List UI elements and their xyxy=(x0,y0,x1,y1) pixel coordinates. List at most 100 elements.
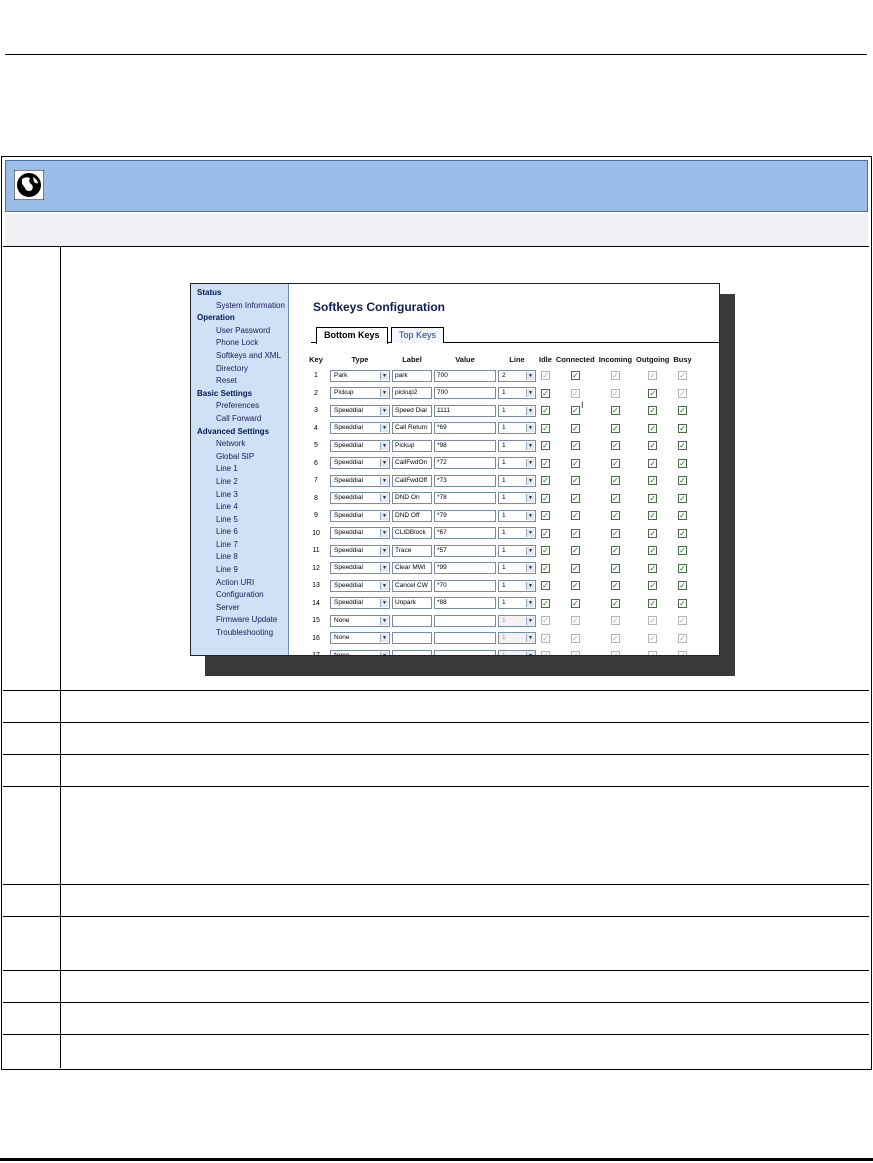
outgoing-checkbox[interactable]: ✓ xyxy=(648,476,658,486)
type-select[interactable]: None ▼ xyxy=(330,614,390,627)
outgoing-checkbox[interactable]: ✓ xyxy=(648,598,658,608)
line-select[interactable]: 1 ▼ xyxy=(498,404,536,417)
connected-checkbox[interactable]: ✓ xyxy=(570,371,580,381)
nav-link[interactable]: Network xyxy=(191,438,288,451)
value-input[interactable]: *57 xyxy=(434,544,496,557)
value-input[interactable]: *70 xyxy=(434,579,496,592)
incoming-checkbox[interactable]: ✓ xyxy=(610,616,620,626)
busy-checkbox[interactable]: ✓ xyxy=(678,371,688,381)
incoming-checkbox[interactable]: ✓ xyxy=(610,598,620,608)
nav-link[interactable]: Call Forward xyxy=(191,413,288,426)
nav-link[interactable]: Firmware Update xyxy=(191,614,288,627)
outgoing-checkbox[interactable]: ✓ xyxy=(648,441,658,451)
idle-checkbox[interactable]: ✓ xyxy=(540,423,550,433)
nav-link[interactable]: Line 3 xyxy=(191,489,288,502)
busy-checkbox[interactable]: ✓ xyxy=(678,458,688,468)
type-select[interactable]: Speeddial ▼ xyxy=(330,439,390,452)
connected-checkbox[interactable]: ✓ xyxy=(570,598,580,608)
nav-link[interactable]: Phone Lock xyxy=(191,337,288,350)
line-select[interactable]: 1 ▼ xyxy=(498,387,536,400)
label-input[interactable]: Speed Dial xyxy=(392,404,432,417)
label-input[interactable]: pickup2 xyxy=(392,387,432,400)
outgoing-checkbox[interactable]: ✓ xyxy=(648,651,658,655)
value-input[interactable]: *73 xyxy=(434,474,496,487)
busy-checkbox[interactable]: ✓ xyxy=(678,598,688,608)
connected-checkbox[interactable]: ✓ xyxy=(570,511,580,521)
label-input[interactable]: CallFwdOff xyxy=(392,474,432,487)
incoming-checkbox[interactable]: ✓ xyxy=(610,546,620,556)
label-input[interactable]: Trace xyxy=(392,544,432,557)
idle-checkbox[interactable]: ✓ xyxy=(540,598,550,608)
incoming-checkbox[interactable]: ✓ xyxy=(610,633,620,643)
label-input[interactable] xyxy=(392,614,432,627)
incoming-checkbox[interactable]: ✓ xyxy=(610,563,620,573)
idle-checkbox[interactable]: ✓ xyxy=(540,581,550,591)
connected-checkbox[interactable]: ✓ xyxy=(570,458,580,468)
incoming-checkbox[interactable]: ✓ xyxy=(610,651,620,655)
outgoing-checkbox[interactable]: ✓ xyxy=(648,511,658,521)
tab-top-keys[interactable]: Top Keys xyxy=(391,327,445,343)
tab-bottom-keys[interactable]: Bottom Keys xyxy=(316,327,388,344)
idle-checkbox[interactable]: ✓ xyxy=(540,651,550,655)
nav-link[interactable]: Softkeys and XML xyxy=(191,350,288,363)
idle-checkbox[interactable]: ✓ xyxy=(540,528,550,538)
type-select[interactable]: Speeddial ▼ xyxy=(330,404,390,417)
idle-checkbox[interactable]: ✓ xyxy=(540,476,550,486)
incoming-checkbox[interactable]: ✓ xyxy=(610,423,620,433)
line-select[interactable]: 1 ▼ xyxy=(498,579,536,592)
busy-checkbox[interactable]: ✓ xyxy=(678,616,688,626)
incoming-checkbox[interactable]: ✓ xyxy=(610,441,620,451)
type-select[interactable]: Speeddial ▼ xyxy=(330,457,390,470)
outgoing-checkbox[interactable]: ✓ xyxy=(648,458,658,468)
label-input[interactable]: DND On xyxy=(392,492,432,505)
idle-checkbox[interactable]: ✓ xyxy=(540,371,550,381)
outgoing-checkbox[interactable]: ✓ xyxy=(648,633,658,643)
connected-checkbox[interactable]: ✓ xyxy=(570,388,580,398)
nav-link[interactable]: Line 5 xyxy=(191,514,288,527)
outgoing-checkbox[interactable]: ✓ xyxy=(648,581,658,591)
nav-link[interactable]: Directory xyxy=(191,363,288,376)
type-select[interactable]: Speeddial ▼ xyxy=(330,597,390,610)
connected-checkbox[interactable]: ✓ xyxy=(570,563,580,573)
type-select[interactable]: Pickup ▼ xyxy=(330,387,390,400)
nav-link[interactable]: Global SIP xyxy=(191,451,288,464)
value-input[interactable]: *98 xyxy=(434,439,496,452)
type-select[interactable]: Speeddial ▼ xyxy=(330,562,390,575)
type-select[interactable]: Speeddial ▼ xyxy=(330,527,390,540)
idle-checkbox[interactable]: ✓ xyxy=(540,441,550,451)
nav-link[interactable]: Preferences xyxy=(191,400,288,413)
busy-checkbox[interactable]: ✓ xyxy=(678,388,688,398)
busy-checkbox[interactable]: ✓ xyxy=(678,441,688,451)
value-input[interactable]: *88 xyxy=(434,597,496,610)
busy-checkbox[interactable]: ✓ xyxy=(678,493,688,503)
outgoing-checkbox[interactable]: ✓ xyxy=(648,546,658,556)
idle-checkbox[interactable]: ✓ xyxy=(540,633,550,643)
connected-checkbox[interactable]: ✓ xyxy=(570,493,580,503)
value-input[interactable] xyxy=(434,632,496,645)
type-select[interactable]: Speeddial ▼ xyxy=(330,579,390,592)
nav-link[interactable]: Configuration Server xyxy=(191,589,288,614)
connected-checkbox[interactable]: ✓ xyxy=(570,633,580,643)
idle-checkbox[interactable]: ✓ xyxy=(540,406,550,416)
line-select[interactable]: 1 ▼ xyxy=(498,439,536,452)
label-input[interactable] xyxy=(392,632,432,645)
nav-link[interactable]: Line 2 xyxy=(191,476,288,489)
connected-checkbox[interactable]: ✓ xyxy=(570,546,580,556)
idle-checkbox[interactable]: ✓ xyxy=(540,511,550,521)
nav-link[interactable]: Line 7 xyxy=(191,539,288,552)
value-input[interactable]: *67 xyxy=(434,527,496,540)
type-select[interactable]: Speeddial ▼ xyxy=(330,509,390,522)
idle-checkbox[interactable]: ✓ xyxy=(540,388,550,398)
incoming-checkbox[interactable]: ✓ xyxy=(610,371,620,381)
busy-checkbox[interactable]: ✓ xyxy=(678,581,688,591)
idle-checkbox[interactable]: ✓ xyxy=(540,616,550,626)
type-select[interactable]: Speeddial ▼ xyxy=(330,544,390,557)
busy-checkbox[interactable]: ✓ xyxy=(678,563,688,573)
busy-checkbox[interactable]: ✓ xyxy=(678,546,688,556)
busy-checkbox[interactable]: ✓ xyxy=(678,511,688,521)
line-select[interactable]: 1 ▼ xyxy=(498,457,536,470)
outgoing-checkbox[interactable]: ✓ xyxy=(648,388,658,398)
incoming-checkbox[interactable]: ✓ xyxy=(610,528,620,538)
type-select[interactable]: None ▼ xyxy=(330,632,390,645)
line-select[interactable]: 1 ▼ xyxy=(498,544,536,557)
